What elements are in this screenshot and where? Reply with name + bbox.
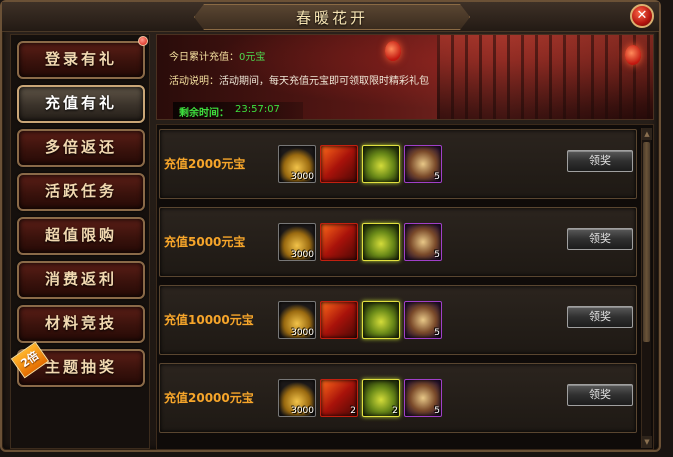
timer-value: 23:57:07	[235, 104, 280, 115]
activity-window: 春暖花开 ✕ 登录有礼 充值有礼 多倍返还 活跃任务 超值限购 消费返利 材料竞…	[0, 0, 661, 452]
item-quantity: 5	[434, 250, 440, 260]
scrollbar[interactable]: ▲ ▼	[641, 128, 652, 448]
event-banner: 今日累计充值：0元宝 活动说明：活动期间，每天充值元宝即可领取限时精彩礼包 剩余…	[156, 34, 654, 120]
item-quantity: 2	[392, 406, 398, 416]
reward-list: 充值2000元宝 3000 5 领奖 充值5000元宝 3000 5 领奖 充值…	[156, 124, 654, 450]
timer-label: 剩余时间：	[179, 108, 229, 119]
sidebar-item-label: 活跃任务	[44, 182, 117, 200]
scroll-thumb[interactable]	[643, 142, 650, 342]
item-quantity: 3000	[291, 250, 314, 260]
close-button[interactable]: ✕	[630, 4, 654, 28]
sidebar-item-label: 登录有礼	[44, 50, 117, 68]
banner-art	[437, 35, 653, 119]
sidebar: 登录有礼 充值有礼 多倍返还 活跃任务 超值限购 消费返利 材料竞技 主题抽奖 …	[10, 34, 150, 449]
item-quantity: 3000	[291, 328, 314, 338]
sidebar-item-active-tasks[interactable]: 活跃任务	[17, 173, 145, 211]
window-title: 春暖花开	[295, 9, 368, 27]
sidebar-item-label: 超值限购	[44, 226, 117, 244]
sidebar-item-label: 多倍返还	[44, 138, 117, 156]
event-description: 活动说明：活动期间，每天充值元宝即可领取限时精彩礼包	[169, 69, 429, 88]
today-recharge: 今日累计充值：0元宝	[169, 45, 265, 64]
today-recharge-value: 0元宝	[239, 52, 266, 63]
claim-reward-button[interactable]: 领奖	[567, 150, 633, 172]
gift-bag-icon[interactable]	[362, 301, 400, 339]
gold-coin-icon[interactable]: 3000	[278, 301, 316, 339]
sidebar-item-label: 材料竞技	[44, 314, 117, 332]
description-text: 活动期间，每天充值元宝即可领取限时精彩礼包	[219, 76, 429, 87]
skill-book-icon[interactable]	[320, 301, 358, 339]
notification-dot	[138, 36, 148, 46]
gold-coin-icon[interactable]: 3000	[278, 145, 316, 183]
today-recharge-label: 今日累计充值：	[169, 52, 239, 63]
item-quantity: 5	[434, 172, 440, 182]
sidebar-item-label: 消费返利	[44, 270, 117, 288]
reward-row: 充值20000元宝 3000 2 2 5 领奖	[159, 363, 637, 433]
item-quantity: 2	[350, 406, 356, 416]
reward-row: 充值2000元宝 3000 5 领奖	[159, 129, 637, 199]
scroll-item-icon[interactable]: 5	[404, 145, 442, 183]
timer-bar: 剩余时间： 23:57:07	[173, 102, 303, 119]
scroll-item-icon[interactable]: 5	[404, 301, 442, 339]
skill-book-icon[interactable]	[320, 223, 358, 261]
item-quantity: 3000	[291, 406, 314, 416]
gift-bag-icon[interactable]	[362, 223, 400, 261]
reward-tier-label: 充值10000元宝	[164, 313, 254, 327]
skill-book-icon[interactable]: 2	[320, 379, 358, 417]
skill-book-icon[interactable]	[320, 145, 358, 183]
reward-tier-label: 充值20000元宝	[164, 391, 254, 405]
close-icon: ✕	[636, 8, 648, 23]
sidebar-item-recharge-gift[interactable]: 充值有礼	[17, 85, 145, 123]
reward-row: 充值5000元宝 3000 5 领奖	[159, 207, 637, 277]
item-quantity: 3000	[291, 172, 314, 182]
gold-coin-icon[interactable]: 3000	[278, 223, 316, 261]
reward-tier-label: 充值5000元宝	[164, 235, 246, 249]
reward-row: 充值10000元宝 3000 5 领奖	[159, 285, 637, 355]
scroll-item-icon[interactable]: 5	[404, 223, 442, 261]
gift-bag-icon[interactable]	[362, 145, 400, 183]
gold-coin-icon[interactable]: 3000	[278, 379, 316, 417]
sidebar-item-label: 主题抽奖	[44, 358, 117, 376]
sidebar-item-label: 充值有礼	[44, 94, 117, 112]
item-quantity: 5	[434, 328, 440, 338]
description-label: 活动说明：	[169, 76, 219, 87]
sidebar-item-multi-return[interactable]: 多倍返还	[17, 129, 145, 167]
item-quantity: 5	[434, 406, 440, 416]
claim-reward-button[interactable]: 领奖	[567, 384, 633, 406]
scroll-item-icon[interactable]: 5	[404, 379, 442, 417]
lantern-icon	[625, 45, 641, 65]
claim-reward-button[interactable]: 领奖	[567, 228, 633, 250]
scroll-down-icon[interactable]: ▼	[642, 436, 652, 448]
sidebar-item-material-contest[interactable]: 材料竞技	[17, 305, 145, 343]
lantern-icon	[385, 41, 401, 61]
claim-reward-button[interactable]: 领奖	[567, 306, 633, 328]
sidebar-item-spend-rebate[interactable]: 消费返利	[17, 261, 145, 299]
scroll-up-icon[interactable]: ▲	[642, 128, 652, 140]
gift-bag-icon[interactable]: 2	[362, 379, 400, 417]
sidebar-item-value-purchase[interactable]: 超值限购	[17, 217, 145, 255]
sidebar-item-login-gift[interactable]: 登录有礼	[17, 41, 145, 79]
reward-tier-label: 充值2000元宝	[164, 157, 246, 171]
